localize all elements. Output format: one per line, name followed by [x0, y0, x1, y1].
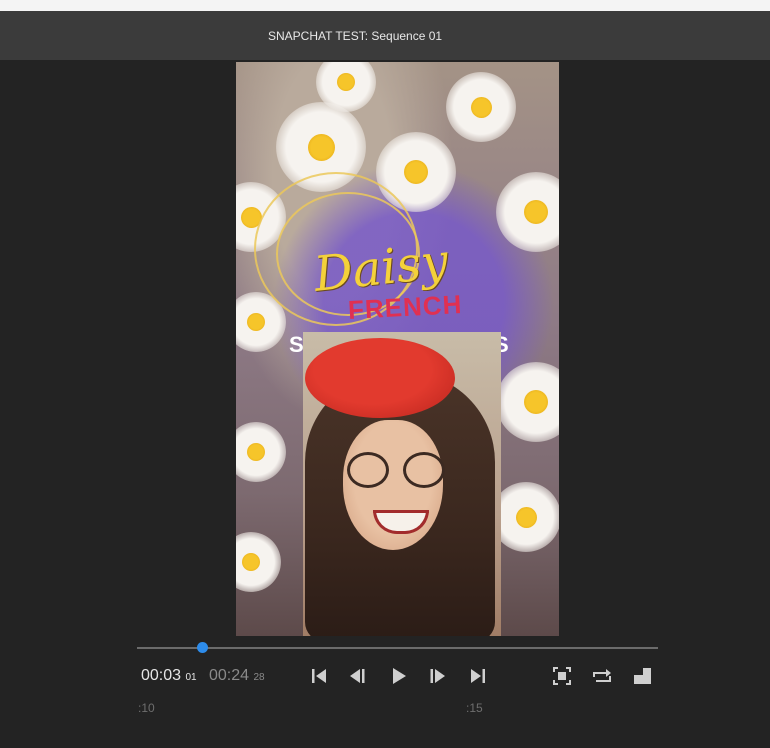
step-back-icon — [350, 669, 365, 683]
daisy-flower — [236, 532, 281, 592]
loop-button[interactable] — [590, 664, 614, 688]
person-photo — [303, 332, 501, 636]
skip-forward-icon — [471, 669, 485, 683]
duration-time: 00:24 — [209, 667, 250, 684]
daisy-flower — [496, 362, 559, 442]
duration-frames: 28 — [253, 672, 265, 683]
glasses-lens — [403, 452, 445, 488]
step-back-button[interactable] — [346, 664, 370, 688]
step-forward-button[interactable] — [425, 664, 449, 688]
loop-icon — [593, 669, 611, 682]
current-frames: 01 — [185, 672, 197, 683]
play-icon — [393, 668, 406, 684]
window-title: SNAPCHAT TEST: Sequence 01 — [268, 29, 443, 43]
go-to-out-button[interactable] — [466, 664, 490, 688]
brand-subtitle: FRENCH — [347, 289, 464, 325]
safe-margins-icon — [553, 667, 571, 685]
export-frame-icon — [634, 668, 651, 684]
current-timecode: 00:03 01 — [141, 667, 197, 685]
red-beret — [305, 338, 455, 418]
overlay-text-left: S — [289, 332, 304, 357]
daisy-flower — [446, 72, 516, 142]
daisy-flower — [236, 422, 286, 482]
current-time: 00:03 — [141, 667, 182, 684]
ruler-label: :15 — [466, 701, 483, 715]
daisy-flower — [491, 482, 559, 552]
play-button[interactable] — [386, 664, 410, 688]
duration-timecode: 00:24 28 — [209, 667, 265, 685]
window-top-edge — [0, 0, 770, 11]
export-frame-button[interactable] — [631, 664, 655, 688]
title-bar: SNAPCHAT TEST: Sequence 01 — [0, 11, 770, 60]
safe-margins-button[interactable] — [550, 664, 574, 688]
video-preview: Daisy FRENCH S S — [236, 62, 559, 636]
glasses-lens — [347, 452, 389, 488]
ruler-label: :10 — [138, 701, 155, 715]
scrubber-track[interactable] — [137, 647, 658, 649]
playhead-handle[interactable] — [196, 642, 208, 653]
step-forward-icon — [430, 669, 445, 683]
daisy-flower — [496, 172, 559, 252]
skip-back-icon — [312, 669, 326, 683]
go-to-in-button[interactable] — [307, 664, 331, 688]
